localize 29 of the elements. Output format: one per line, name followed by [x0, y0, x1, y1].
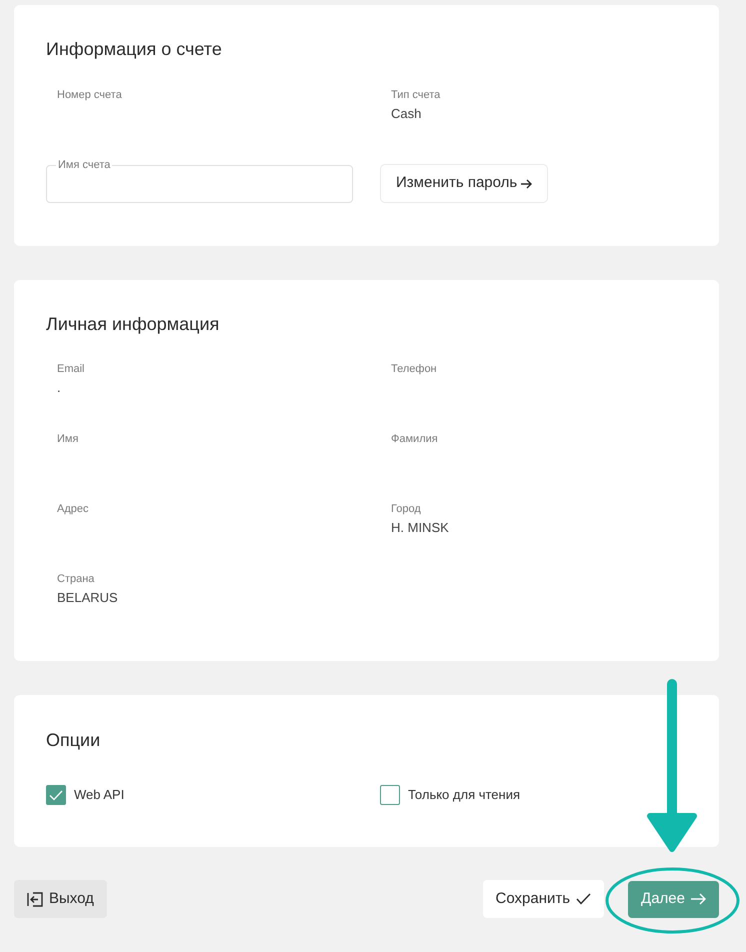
field-label: Фамилия — [391, 432, 438, 446]
check-icon — [576, 893, 592, 905]
field-value: BELARUS — [57, 590, 118, 606]
input-field[interactable]: Имя счета — [46, 158, 353, 203]
change-password-button[interactable]: Изменить пароль — [380, 164, 548, 203]
checkbox-label: Web API — [74, 786, 124, 804]
field-value: H. MINSK — [391, 520, 449, 536]
checkbox-label: Только для чтения — [408, 786, 520, 804]
field-label: Тип счета — [391, 88, 440, 102]
save-button[interactable]: Сохранить — [482, 880, 604, 918]
field-label: Телефон — [391, 362, 437, 376]
field-label: Страна — [57, 572, 94, 586]
logout-icon — [27, 892, 43, 906]
exit-button[interactable]: Выход — [14, 880, 107, 918]
section-title: Информация о счете — [46, 39, 222, 60]
checkbox[interactable] — [380, 785, 400, 805]
field-label: Адрес — [57, 502, 88, 516]
field-label: Номер счета — [57, 88, 122, 102]
check-icon — [49, 790, 63, 800]
field-value: . — [57, 380, 61, 396]
section-title: Личная информация — [46, 314, 220, 335]
field-label: Город — [391, 502, 421, 516]
arrow-right-icon — [691, 893, 706, 905]
field-label: Email — [57, 362, 85, 376]
checkbox[interactable] — [46, 785, 66, 805]
field-label: Имя — [57, 432, 78, 446]
field-value: Cash — [391, 106, 422, 122]
arrow-right-icon — [521, 178, 532, 188]
section-title: Опции — [46, 730, 100, 751]
